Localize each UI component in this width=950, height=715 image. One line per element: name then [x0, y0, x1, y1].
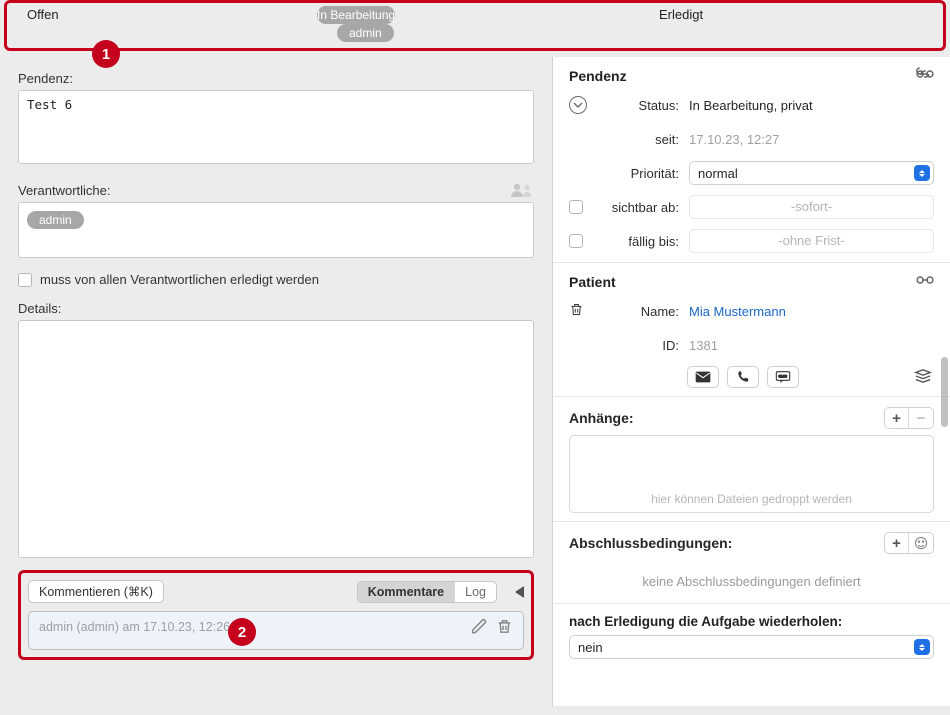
collapse-left-icon[interactable] [515, 586, 524, 598]
annotation-badge-1: 1 [92, 40, 120, 68]
repeat-title: nach Erledigung die Aufgabe wiederholen: [569, 614, 934, 629]
sms-icon[interactable]: SMS [767, 366, 799, 388]
status-admin-pill[interactable]: admin [337, 24, 394, 42]
expand-circle-icon[interactable] [569, 96, 587, 114]
priority-label: Priorität: [597, 166, 679, 181]
patient-id-value: 1381 [679, 338, 934, 353]
attachments-section: Anhänge: + − hier können Dateien gedropp… [553, 397, 950, 522]
must-all-checkbox[interactable] [18, 273, 32, 287]
pendenz-title: Pendenz [569, 68, 627, 84]
comment-button[interactable]: Kommentieren (⌘K) [28, 580, 164, 603]
pendenz-label: Pendenz: [18, 71, 534, 86]
chevron-updown-icon [914, 639, 930, 655]
comment-item[interactable]: admin (admin) am 17.10.23, 12:26 [28, 611, 524, 650]
status-value: In Bearbeitung, privat [679, 98, 934, 113]
conditions-empty-text: keine Abschlussbedingungen definiert [569, 560, 934, 595]
status-label: Status: [597, 98, 679, 113]
details-label: Details: [18, 301, 534, 316]
priority-value: normal [690, 166, 914, 181]
since-label: seit: [597, 132, 679, 147]
annotation-badge-2: 2 [228, 618, 256, 646]
since-value: 17.10.23, 12:27 [679, 132, 934, 147]
link-icon[interactable] [916, 273, 934, 290]
attachment-add-button[interactable]: + [885, 408, 909, 428]
pendenz-input[interactable]: Test 6 [18, 90, 534, 164]
chevron-updown-icon [914, 165, 930, 181]
pendenz-section: Pendenz Status: In Bearbeitung, privat s… [553, 57, 950, 263]
repeat-section: nach Erledigung die Aufgabe wiederholen:… [553, 604, 950, 667]
scrollbar[interactable] [941, 357, 948, 427]
priority-select[interactable]: normal [689, 161, 934, 185]
patient-section: Patient Name: Mia Mustermann ID: 1381 [553, 263, 950, 397]
patient-title: Patient [569, 274, 616, 290]
condition-smiley-button[interactable] [909, 533, 933, 553]
repeat-select[interactable]: nein [569, 635, 934, 659]
seg-comments[interactable]: Kommentare [358, 582, 455, 602]
left-panel: Pendenz: Test 6 Verantwortliche: admin m… [0, 51, 552, 706]
stack-icon[interactable] [912, 368, 934, 387]
patient-name-link[interactable]: Mia Mustermann [679, 304, 934, 319]
comments-segmented: Kommentare Log [357, 581, 497, 603]
conditions-title: Abschlussbedingungen: [569, 535, 732, 551]
status-bar: Offen In Bearbeitung Erledigt admin [4, 0, 946, 51]
due-input[interactable]: -ohne Frist- [689, 229, 934, 253]
link-icon[interactable] [916, 67, 934, 84]
attachment-remove-button[interactable]: − [909, 408, 933, 428]
comments-panel: Kommentieren (⌘K) Kommentare Log admin (… [18, 570, 534, 660]
must-all-label: muss von allen Verantwortlichen erledigt… [40, 272, 319, 287]
responsible-box[interactable]: admin [18, 202, 534, 258]
trash-icon[interactable] [496, 618, 513, 635]
due-checkbox[interactable] [569, 234, 583, 248]
repeat-value: nein [570, 640, 914, 655]
people-icon[interactable] [510, 181, 534, 202]
seg-log[interactable]: Log [455, 582, 496, 602]
details-input[interactable] [18, 320, 534, 558]
visible-from-label: sichtbar ab: [597, 200, 679, 215]
pencil-icon[interactable] [471, 618, 488, 635]
status-in-progress[interactable]: In Bearbeitung [317, 6, 395, 24]
due-label: fällig bis: [597, 234, 679, 249]
status-open[interactable]: Offen [19, 4, 67, 25]
conditions-section: Abschlussbedingungen: + keine Abschlussb… [553, 522, 950, 604]
dropzone-hint: hier können Dateien gedroppt werden [651, 492, 852, 506]
visible-from-checkbox[interactable] [569, 200, 583, 214]
phone-icon[interactable] [727, 366, 759, 388]
patient-name-label: Name: [597, 304, 679, 319]
attachment-dropzone[interactable]: hier können Dateien gedroppt werden [569, 435, 934, 513]
mail-icon[interactable] [687, 366, 719, 388]
svg-text:SMS: SMS [778, 374, 787, 379]
comment-meta: admin (admin) am 17.10.23, 12:26 [39, 620, 230, 634]
visible-from-input[interactable]: -sofort- [689, 195, 934, 219]
condition-add-button[interactable]: + [885, 533, 909, 553]
trash-icon[interactable] [569, 301, 584, 321]
attachments-label: Anhänge: [569, 410, 634, 426]
patient-id-label: ID: [597, 338, 679, 353]
status-done[interactable]: Erledigt [651, 4, 711, 25]
responsible-label: Verantwortliche: [18, 183, 111, 198]
responsible-admin-pill[interactable]: admin [27, 211, 84, 229]
right-panel: Pendenz Status: In Bearbeitung, privat s… [552, 57, 950, 706]
